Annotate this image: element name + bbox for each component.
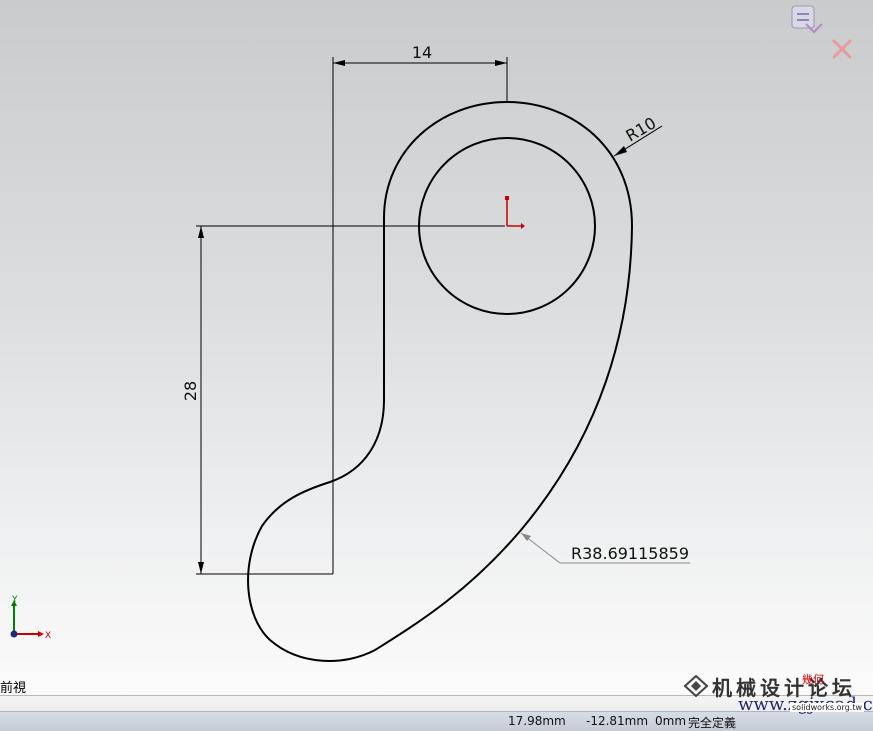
- graphics-area[interactable]: 14 28 R10 R38.69115859 Y X 前視: [0, 0, 873, 696]
- dimension-radius-small-value: R10: [623, 113, 660, 145]
- dimension-vertical-value: 28: [181, 381, 200, 401]
- dimension-horizontal-value: 14: [412, 43, 432, 62]
- watermark-sub-url: solidworks.org.tw: [790, 703, 864, 712]
- dimension-radius-small[interactable]: R10: [613, 113, 663, 157]
- confirm-corner-icon[interactable]: [791, 5, 823, 34]
- dimension-radius-large[interactable]: R38.69115859: [520, 532, 690, 564]
- view-triad-icon: Y X: [4, 592, 54, 646]
- watermark-logo-icon: [684, 675, 708, 697]
- watermark: 机械设计论坛 幾何 www.zgjxcad.com solidworks.org…: [682, 672, 873, 729]
- dimension-radius-large-value: R38.69115859: [571, 544, 689, 563]
- cancel-corner-icon[interactable]: [832, 39, 852, 59]
- confirm-corner[interactable]: [788, 4, 868, 70]
- view-orientation-label: 前視: [0, 681, 27, 696]
- status-x-coordinate: 17.98mm: [508, 714, 566, 728]
- dimension-vertical[interactable]: 28: [181, 226, 204, 574]
- triad-x-label: X: [45, 631, 51, 641]
- origin-icon: [505, 196, 525, 229]
- status-y-coordinate: -12.81mm: [586, 714, 649, 728]
- sketch-canvas[interactable]: 14 28 R10 R38.69115859: [0, 0, 873, 695]
- dimension-horizontal[interactable]: 14: [333, 43, 507, 66]
- sketch-outer-profile[interactable]: [247, 100, 634, 662]
- watermark-badge: 幾何: [802, 673, 824, 686]
- triad-y-label: Y: [11, 595, 18, 605]
